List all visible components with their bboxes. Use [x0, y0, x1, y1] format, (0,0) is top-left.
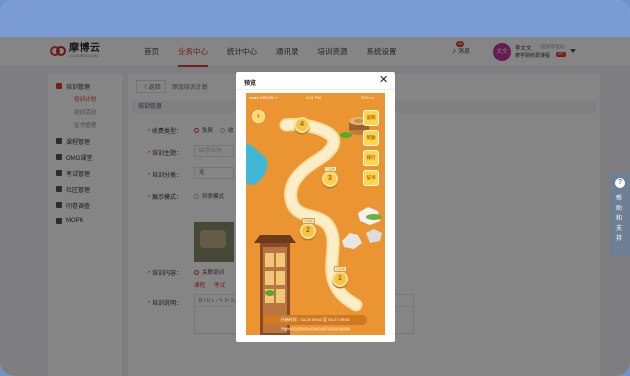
level-complete-badge: 已完成 [302, 218, 316, 224]
level-node[interactable]: 2 [300, 223, 316, 239]
phone-status-bar: ●●●● VIRGIN ᯤ 4:21 PM 22% ▭ [246, 93, 385, 102]
help-support-tab[interactable]: ? 帮助和支持 [610, 172, 630, 256]
certificate-button[interactable]: 证书 [363, 170, 379, 186]
help-tab-label: 帮助和支持 [616, 196, 623, 242]
level-node[interactable]: 4 [294, 117, 310, 133]
rules-button[interactable]: 说明 [363, 110, 379, 126]
game-back-icon[interactable]: ‹ [252, 110, 265, 123]
app-frame: 摩博云 CO-MOBOO.COM 首页 业务中心 统计中心 通讯录 培训资源 系… [0, 0, 630, 376]
ranking-button[interactable]: 排行 [363, 150, 379, 166]
time-range-pill: 开始时间：03-25 09:00 至 03-27 09:00 [263, 315, 367, 325]
top-background [0, 0, 630, 37]
rewards-button[interactable]: 奖励 [363, 130, 379, 146]
level-complete-badge: 已完成 [334, 266, 348, 272]
help-icon: ? [615, 178, 625, 188]
game-footer-note: 开始时间至结束时间内完成任务即可获得证书和奖励 [280, 327, 350, 331]
level-complete-badge: 已完成 [324, 166, 338, 172]
phone-preview: ●●●● VIRGIN ᯤ 4:21 PM 22% ▭ ‹ 4 3 已完成 2 … [246, 93, 385, 335]
modal-title: 预览 [244, 81, 257, 87]
battery-text: 22% ▭ [361, 95, 374, 100]
level-node[interactable]: 3 [322, 171, 338, 187]
level-node[interactable]: 1 [332, 271, 348, 287]
carrier-text: ●●●● VIRGIN ᯤ [249, 95, 279, 100]
modal-divider [236, 89, 395, 90]
close-icon[interactable]: ✕ [379, 73, 388, 87]
preview-modal: 预览 ✕ ●●●● VIRGIN ᯤ 4:21 PM 22% ▭ ‹ 4 3 已… [236, 72, 395, 342]
clock-text: 4:21 PM [306, 95, 321, 100]
